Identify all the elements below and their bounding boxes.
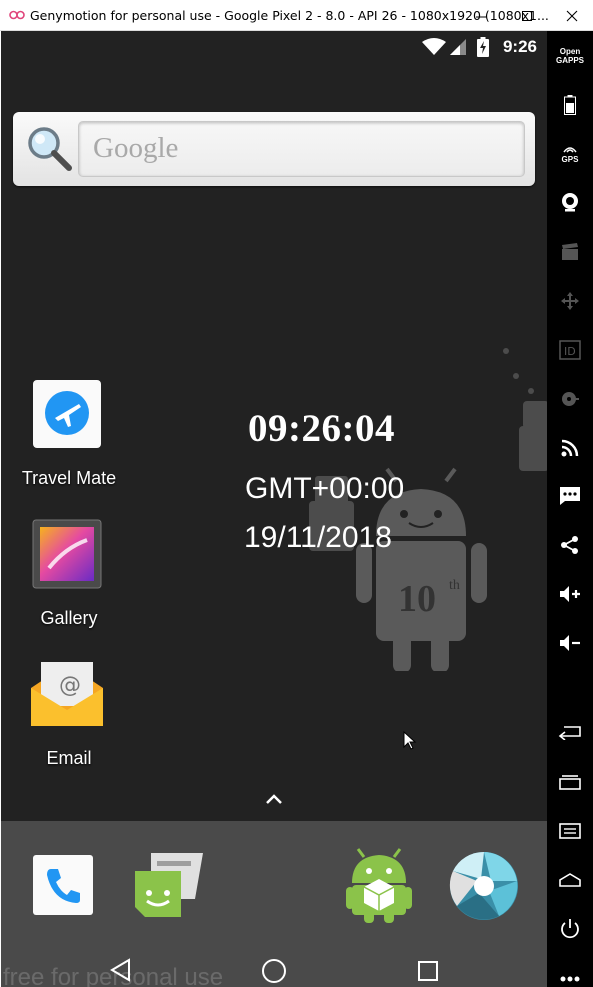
gallery-icon [32, 519, 102, 589]
remote-control-button[interactable] [547, 283, 593, 319]
gapps-line1: Open [559, 47, 581, 56]
app-drawer-chevron-up-icon[interactable] [263, 791, 285, 807]
svg-text:@: @ [59, 673, 81, 698]
recent-apps-icon [559, 775, 581, 790]
rss-icon [561, 439, 579, 457]
email-icon: @ [31, 662, 103, 726]
menu-icon [559, 823, 581, 839]
device-id-button[interactable]: ID [547, 332, 593, 368]
genymotion-side-toolbar: Open GAPPS GPS ID [547, 31, 593, 987]
disk-icon [562, 392, 579, 406]
apk-installer-icon[interactable] [346, 847, 412, 923]
clock-widget-timezone: GMT+00:00 [245, 472, 405, 505]
more-dots-icon [560, 976, 580, 982]
power-button[interactable] [547, 911, 593, 947]
search-placeholder: Google [93, 132, 179, 164]
magnifier-search-icon [28, 127, 72, 171]
volume-down-button[interactable] [547, 625, 593, 661]
chat-bubble-icon [560, 487, 580, 505]
battery-charging-icon [477, 37, 489, 57]
sms-call-button[interactable] [547, 478, 593, 514]
id-card-icon: ID [559, 340, 581, 360]
volume-up-button[interactable] [547, 576, 593, 612]
home-outline-icon [559, 873, 581, 887]
more-options-button[interactable] [547, 961, 593, 987]
cell-signal-icon [450, 39, 466, 55]
id-label: ID [564, 345, 576, 358]
gps-label: GPS [561, 154, 579, 164]
gps-signal-icon [563, 146, 577, 152]
genymotion-logo-icon [9, 10, 25, 20]
wifi-icon [422, 38, 446, 55]
volume-up-icon [560, 586, 580, 602]
volume-down-icon [560, 635, 580, 651]
share-button[interactable] [547, 527, 593, 563]
back-icon[interactable] [109, 958, 133, 982]
back-side-button[interactable] [547, 714, 593, 750]
phone-icon[interactable] [31, 853, 95, 917]
app-label-gallery: Gallery [40, 608, 98, 628]
home-icon[interactable] [261, 958, 287, 984]
power-icon [561, 919, 579, 939]
menu-side-button[interactable] [547, 813, 593, 849]
home-side-button[interactable] [547, 862, 593, 898]
wallpaper-badge: 10 [398, 578, 436, 620]
webcam-icon [562, 193, 578, 212]
travel-mate-plane-icon [33, 380, 101, 448]
minimize-icon [475, 16, 486, 17]
close-icon [566, 10, 577, 21]
share-icon [561, 536, 578, 554]
gps-widget-button[interactable]: GPS [547, 136, 593, 172]
close-button[interactable] [549, 0, 593, 31]
window-titlebar: Genymotion for personal use - Google Pix… [0, 0, 593, 31]
battery-icon [564, 95, 576, 115]
network-button[interactable] [547, 430, 593, 466]
status-clock: 9:26 [502, 37, 537, 56]
app-label-travel-mate: Travel Mate [21, 468, 117, 488]
webcam-widget-button[interactable] [547, 184, 593, 220]
return-arrow-icon [558, 726, 581, 740]
recent-apps-side-button[interactable] [547, 764, 593, 800]
minimize-button[interactable] [458, 0, 503, 31]
google-search-widget[interactable]: Google [13, 112, 535, 186]
search-input[interactable]: Google [78, 121, 525, 177]
clapperboard-icon [562, 243, 578, 260]
gapps-line2: GAPPS [555, 56, 584, 65]
disk-io-button[interactable] [547, 381, 593, 417]
screencast-widget-button[interactable] [547, 234, 593, 270]
android-screen: 9:26 Google 10 th Travel Mate Gallery @ … [1, 31, 547, 987]
clock-widget-time: 09:26:04 [248, 407, 395, 450]
mouse-cursor-icon [403, 731, 417, 750]
move-arrows-icon [561, 292, 579, 310]
camera-icon[interactable] [449, 851, 519, 921]
wallpaper-badge-suffix: th [449, 578, 460, 593]
messages-icon[interactable] [133, 851, 205, 921]
navigation-bar [1, 941, 547, 987]
open-gapps-button[interactable]: Open GAPPS [547, 38, 593, 74]
recents-icon[interactable] [417, 960, 439, 982]
clock-widget-date: 19/11/2018 [244, 521, 392, 554]
maximize-icon [521, 10, 532, 21]
status-bar: 9:26 [1, 31, 547, 64]
battery-widget-button[interactable] [547, 87, 593, 123]
app-label-email: Email [46, 748, 92, 768]
maximize-button[interactable] [504, 0, 549, 31]
